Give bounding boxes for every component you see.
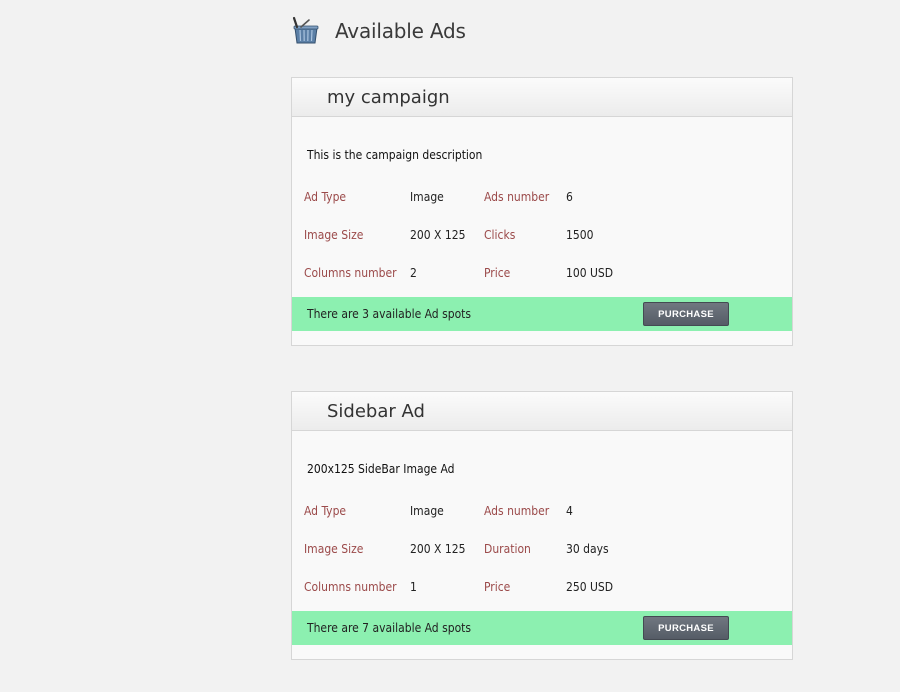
card-bottom [292, 331, 792, 345]
spec-label: Image Size [304, 542, 364, 556]
available-spots-text: There are 7 available Ad spots [307, 621, 472, 635]
spec-label: Ad Type [304, 504, 347, 518]
basket-icon [292, 16, 319, 44]
campaign-description: 200x125 SideBar Image Ad [307, 462, 455, 476]
spec-value: 30 days [566, 542, 609, 556]
spec-label: Columns number [304, 266, 397, 280]
purchase-button[interactable]: PURCHASE [643, 302, 729, 326]
available-spots-text: There are 3 available Ad spots [307, 307, 472, 321]
spec-label: Ads number [484, 504, 550, 518]
campaign-title: my campaign [327, 86, 450, 108]
spec-label: Ads number [484, 190, 550, 204]
spec-label: Price [484, 580, 511, 594]
spec-value: 100 USD [566, 266, 614, 280]
page-header: Available Ads [291, 16, 466, 46]
spec-value: 200 X 125 [410, 542, 466, 556]
spec-label: Columns number [304, 580, 397, 594]
campaign-specs: Ad Type Image Ads number 4 Image Size 20… [292, 504, 792, 618]
purchase-button[interactable]: PURCHASE [643, 616, 729, 640]
spec-value: Image [410, 504, 444, 518]
spec-label: Duration [484, 542, 531, 556]
spec-value: 6 [566, 190, 573, 204]
spec-value: Image [410, 190, 444, 204]
campaign-card: my campaign This is the campaign descrip… [291, 77, 793, 346]
spec-value: 1500 [566, 228, 594, 242]
page-title: Available Ads [335, 19, 466, 43]
card-bottom [292, 645, 792, 659]
spec-value: 2 [410, 266, 417, 280]
campaign-title: Sidebar Ad [327, 400, 425, 422]
spec-value: 250 USD [566, 580, 614, 594]
spec-label: Ad Type [304, 190, 347, 204]
spec-label: Price [484, 266, 511, 280]
spec-value: 200 X 125 [410, 228, 466, 242]
card-header: my campaign [292, 78, 792, 117]
campaign-description: This is the campaign description [307, 148, 483, 162]
spec-label: Image Size [304, 228, 364, 242]
campaign-card: Sidebar Ad 200x125 SideBar Image Ad Ad T… [291, 391, 793, 660]
spec-value: 4 [566, 504, 573, 518]
card-header: Sidebar Ad [292, 392, 792, 431]
campaign-specs: Ad Type Image Ads number 6 Image Size 20… [292, 190, 792, 304]
spec-label: Clicks [484, 228, 516, 242]
spec-value: 1 [410, 580, 417, 594]
